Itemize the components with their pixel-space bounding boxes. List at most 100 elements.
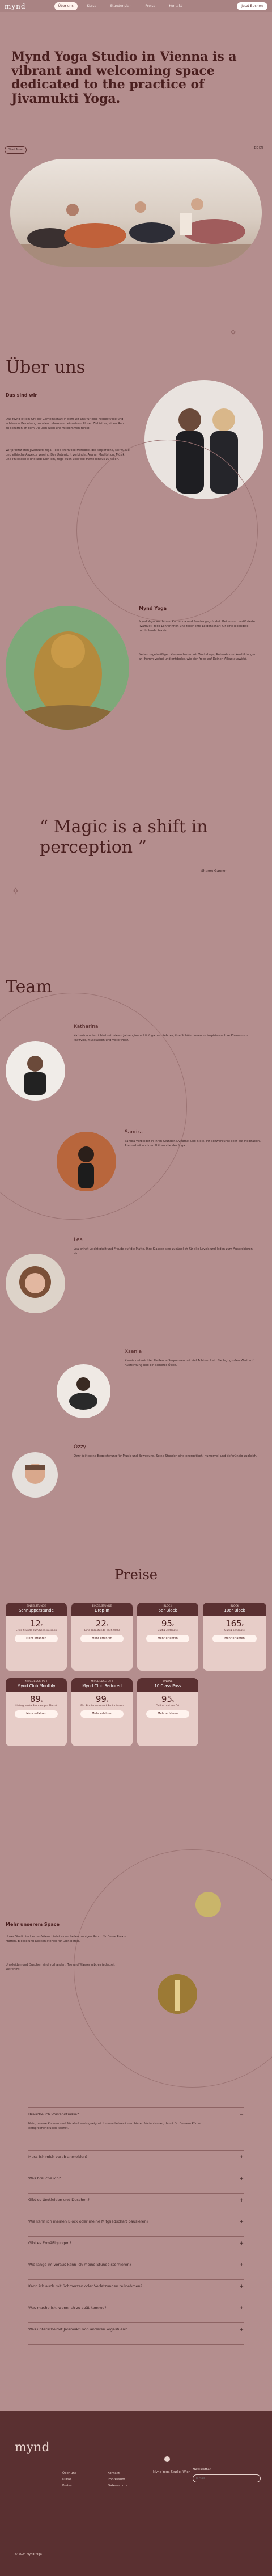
main-nav: Über uns Kurse Stundenplan Preise Kontak… <box>54 2 186 11</box>
price-card: ONLINE 10 Class Pass 95€ Online und vor O… <box>137 1678 198 1746</box>
start-chip[interactable]: Start Now <box>5 146 27 154</box>
price-detail: Eine Yogastunde nach Wahl <box>84 1629 120 1632</box>
price-card-name: 10er Block <box>224 1608 245 1613</box>
price-unit: € <box>172 1624 175 1628</box>
faq-item-open[interactable]: Brauche ich Vorkenntnisse? Nein, unsere … <box>28 2107 244 2146</box>
plus-icon: + <box>239 2327 244 2333</box>
faq-answer: Nein, unsere Klassen sind für alle Level… <box>28 2122 202 2130</box>
footer-link[interactable]: Datenschutz <box>108 2483 128 2489</box>
team-text: Katharina unterrichtet seit vielen Jahre… <box>74 1034 250 1043</box>
footer-link[interactable]: Preise <box>62 2483 76 2489</box>
price-card-name: 5er Block <box>158 1608 177 1613</box>
price-detail: Online und vor Ort <box>156 1704 180 1708</box>
faq-item[interactable]: Wie lange im Voraus kann ich meine Stund… <box>28 2258 244 2277</box>
faq-question: Was mache ich, wenn ich zu spät komme? <box>28 2305 107 2310</box>
footer-link[interactable]: Über uns <box>62 2470 76 2477</box>
nav-item-prices[interactable]: Preise <box>141 2 159 10</box>
price-card-name: Drop-In <box>95 1608 109 1613</box>
plus-icon: + <box>239 2262 244 2268</box>
price-more-button[interactable]: Mehr erfahren <box>80 1710 124 1718</box>
price-value: 89 <box>29 1693 41 1704</box>
space-heading: Mehr unserem Space <box>6 1922 60 1927</box>
footer-col-2: Kontakt Impressum Datenschutz <box>108 2470 128 2489</box>
logo[interactable]: mynd <box>5 2 26 11</box>
price-more-button[interactable]: Mehr erfahren <box>80 1635 124 1642</box>
plus-icon: + <box>239 2176 244 2182</box>
hero-image <box>10 159 262 267</box>
team-text: Lea bringt Leichtigkeit und Freude auf d… <box>74 1247 253 1256</box>
team-photo-ozzy <box>12 1452 58 1498</box>
price-unit: € <box>241 1624 244 1628</box>
price-more-button[interactable]: Mehr erfahren <box>146 1635 189 1642</box>
price-more-button[interactable]: Mehr erfahren <box>212 1635 257 1642</box>
price-card: EINZELSTUNDE Schnupperstunde 12€ Erste St… <box>6 1603 67 1671</box>
plus-icon: + <box>239 2284 244 2290</box>
newsletter-label: Newsletter <box>193 2468 211 2472</box>
yoga-class-photo <box>10 198 262 267</box>
team-photo-lea <box>6 1254 65 1313</box>
newsletter-email-input[interactable] <box>193 2474 261 2482</box>
faq-item[interactable]: Wie kann ich meinen Block oder meine Mit… <box>28 2215 244 2234</box>
about-heading: Über uns <box>6 357 86 377</box>
nav-item-about[interactable]: Über uns <box>54 2 78 11</box>
minus-icon: − <box>239 2112 244 2118</box>
instagram-icon[interactable] <box>164 2456 170 2462</box>
price-detail: Gültig 6 Monate <box>224 1629 245 1632</box>
faq-question: Muss ich mich vorab anmelden? <box>28 2155 88 2159</box>
faq-item[interactable]: Muss ich mich vorab anmelden? + <box>28 2150 244 2169</box>
faq-item[interactable]: Gibt es Ermäßigungen? + <box>28 2236 244 2255</box>
price-detail: Gültig 3 Monate <box>158 1629 178 1632</box>
price-more-button[interactable]: Mehr erfahren <box>15 1710 58 1718</box>
space-photo-small <box>196 1892 221 1917</box>
about-subtitle: Das sind wir <box>6 393 37 398</box>
price-card: MITGLIEDSCHAFT Mynd Club Monthly 89€ Unbe… <box>6 1678 67 1746</box>
about-text-1: Das Mynd ist ein Ort der Gemeinschaft in… <box>6 418 127 431</box>
price-card-name: Schnupperstunde <box>19 1608 54 1613</box>
ganesha-photo <box>6 606 129 730</box>
footer-link[interactable]: Kontakt <box>108 2470 128 2477</box>
faq-question: Brauche ich Vorkenntnisse? <box>28 2112 79 2117</box>
language-switch[interactable]: DE EN <box>254 146 264 150</box>
team-text: Sandra verbindet in ihren Stunden Dynami… <box>125 1140 261 1148</box>
footer-logo[interactable]: mynd <box>15 2439 50 2456</box>
footer-col-1: Über uns Kurse Preise <box>62 2470 76 2489</box>
plus-icon: + <box>239 2305 244 2311</box>
plus-icon: + <box>239 2219 244 2225</box>
team-photo-katharina <box>6 1041 65 1101</box>
quote-text: “ Magic is a shift in perception ” <box>40 817 208 857</box>
faq-item[interactable]: Was unterscheidet Jivamukti von anderen … <box>28 2322 244 2342</box>
footer-link[interactable]: Impressum <box>108 2477 128 2483</box>
faq-item[interactable]: Was brauche ich? + <box>28 2172 244 2191</box>
price-value: 12 <box>29 1618 41 1629</box>
price-unit: € <box>172 1699 175 1703</box>
price-value: 99 <box>95 1693 107 1704</box>
price-unit: € <box>40 1699 43 1703</box>
page: mynd Über uns Kurse Stundenplan Preise K… <box>0 0 272 2576</box>
price-card: BLOCK 5er Block 95€ Gültig 3 Monate Mehr … <box>137 1603 198 1671</box>
price-more-button[interactable]: Mehr erfahren <box>146 1710 189 1718</box>
nav-item-contact[interactable]: Kontakt <box>165 2 186 10</box>
price-card-name: Mynd Club Monthly <box>17 1684 56 1689</box>
prices-heading: Preise <box>114 1567 158 1583</box>
copyright: © 2024 Mynd Yoga <box>15 2553 42 2556</box>
footer-link[interactable]: Kurse <box>62 2477 76 2483</box>
faq-item[interactable]: Kann ich auch mit Schmerzen oder Verletz… <box>28 2279 244 2299</box>
plus-icon: + <box>239 2198 244 2203</box>
team-text: Xsenia unterrichtet fließende Sequenzen … <box>125 1359 254 1368</box>
price-detail: Erste Stunde zum Kennenlernen <box>15 1629 57 1632</box>
book-button[interactable]: Jetzt Buchen <box>237 2 267 11</box>
footer: mynd Über uns Kurse Preise Kontakt Impre… <box>0 2411 272 2576</box>
price-more-button[interactable]: Mehr erfahren <box>15 1635 58 1642</box>
space-text: Unser Studio im Herzen Wiens bietet eine… <box>6 1935 127 1943</box>
footer-address: Mynd Yoga Studio, Wien <box>153 2470 191 2474</box>
team-name: Sandra <box>125 1129 143 1135</box>
team-name: Lea <box>74 1237 83 1243</box>
team-photo-sandra <box>57 1132 116 1191</box>
nav-item-courses[interactable]: Kurse <box>83 2 101 10</box>
nav-item-schedule[interactable]: Stundenplan <box>106 2 135 10</box>
team-name: Xsenia <box>125 1349 142 1355</box>
faq-item[interactable]: Gibt es Umkleiden und Duschen? + <box>28 2193 244 2212</box>
about-text-4: Neben regelmäßigen Klassen bieten wir Wo… <box>139 653 256 661</box>
faq-item[interactable]: Was mache ich, wenn ich zu spät komme? + <box>28 2301 244 2320</box>
price-detail: Für Studierende und Senior:innen <box>80 1704 124 1708</box>
